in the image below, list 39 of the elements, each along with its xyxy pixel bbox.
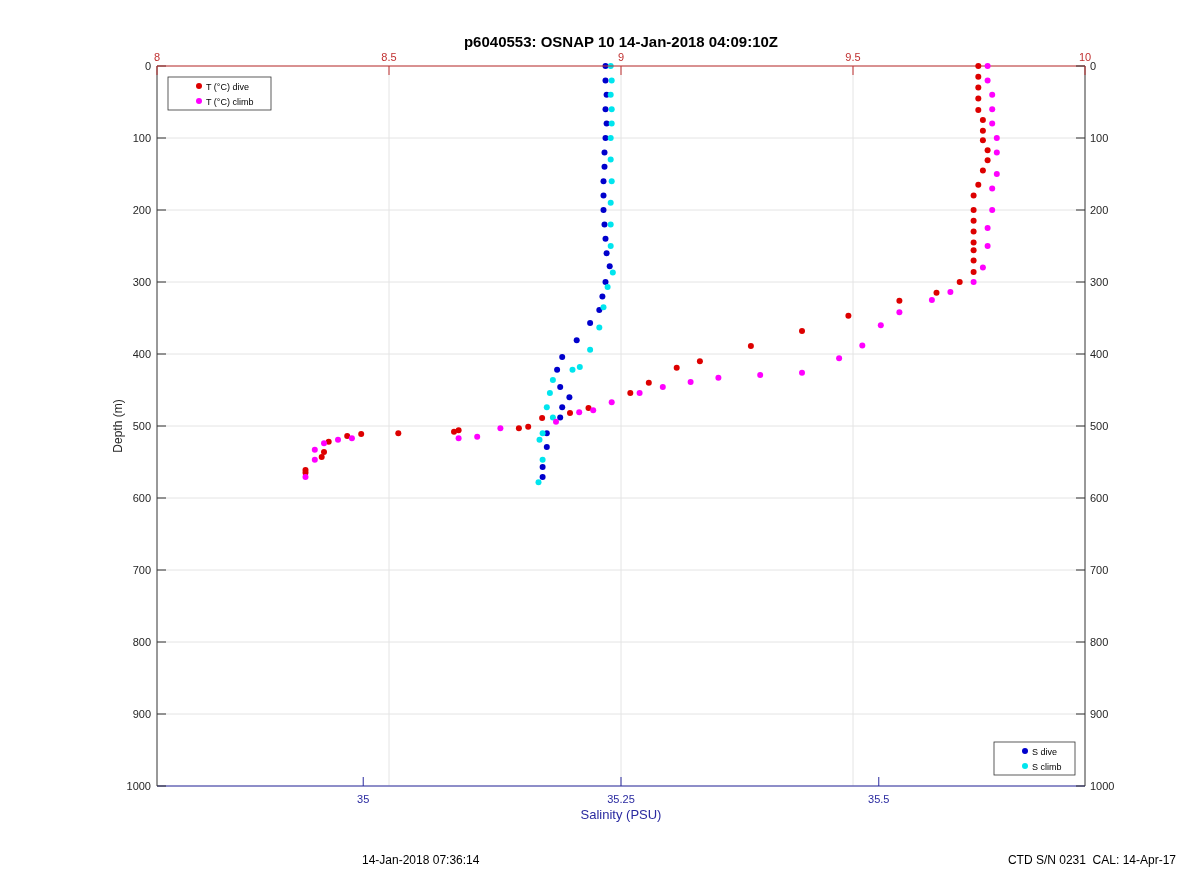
axis-tick-label: 800 (1090, 636, 1109, 648)
axis-tick-label: 600 (132, 492, 151, 504)
axis-tick-label: 900 (132, 708, 151, 720)
axis-tick-label: 300 (132, 276, 151, 288)
axis-tick-label: 1000 (1090, 780, 1115, 792)
axis-tick-label: 35.25 (607, 793, 635, 805)
calibration-text: CTD S/N 0231 CAL: 14-Apr-17 (1007, 853, 1176, 867)
axis-tick-label: 9 (617, 51, 625, 63)
axis-tick-label: 500 (132, 420, 151, 432)
axis-title: Depth (m) (111, 399, 125, 453)
axis-tick-label: 35 (357, 793, 370, 805)
axis-tick-label: 0 (144, 60, 151, 72)
axis-tick-label: 800 (132, 636, 151, 648)
axis-tick-label: 400 (1090, 348, 1109, 360)
axis-tick-label: 200 (1090, 204, 1109, 216)
axis-tick-label: 500 (1090, 420, 1109, 432)
axis-tick-label: 10 (1078, 51, 1092, 63)
axis-tick-label: 100 (1090, 132, 1109, 144)
axis-tick-label: 600 (1090, 492, 1109, 504)
legend-label: T (°C) climb (206, 97, 254, 107)
legend-label: S climb (1032, 762, 1062, 772)
timestamp-text: 14-Jan-2018 07:36:14 (362, 853, 480, 867)
chart-title: p6040553: OSNAP 10 14-Jan-2018 04:09:10Z (463, 33, 779, 50)
axis-tick-label: 400 (132, 348, 151, 360)
axis-tick-label: 100 (132, 132, 151, 144)
axis-tick-label: 35.5 (868, 793, 890, 805)
axis-tick-label: 700 (132, 564, 151, 576)
axis-tick-label: 200 (132, 204, 151, 216)
axis-tick-label: 8.5 (381, 51, 397, 63)
axis-tick-label: 9.5 (845, 51, 861, 63)
axis-tick-label: 700 (1090, 564, 1109, 576)
axis-tick-label: 0 (1090, 60, 1097, 72)
axis-tick-label: 900 (1090, 708, 1109, 720)
axis-tick-label: 1000 (126, 780, 151, 792)
legend-label: T (°C) dive (206, 82, 249, 92)
axis-tick-label: 300 (1090, 276, 1109, 288)
axis-tick-label: 8 (153, 51, 161, 63)
legend-label: S dive (1032, 747, 1057, 757)
axis-title: Salinity (PSU) (580, 807, 662, 822)
